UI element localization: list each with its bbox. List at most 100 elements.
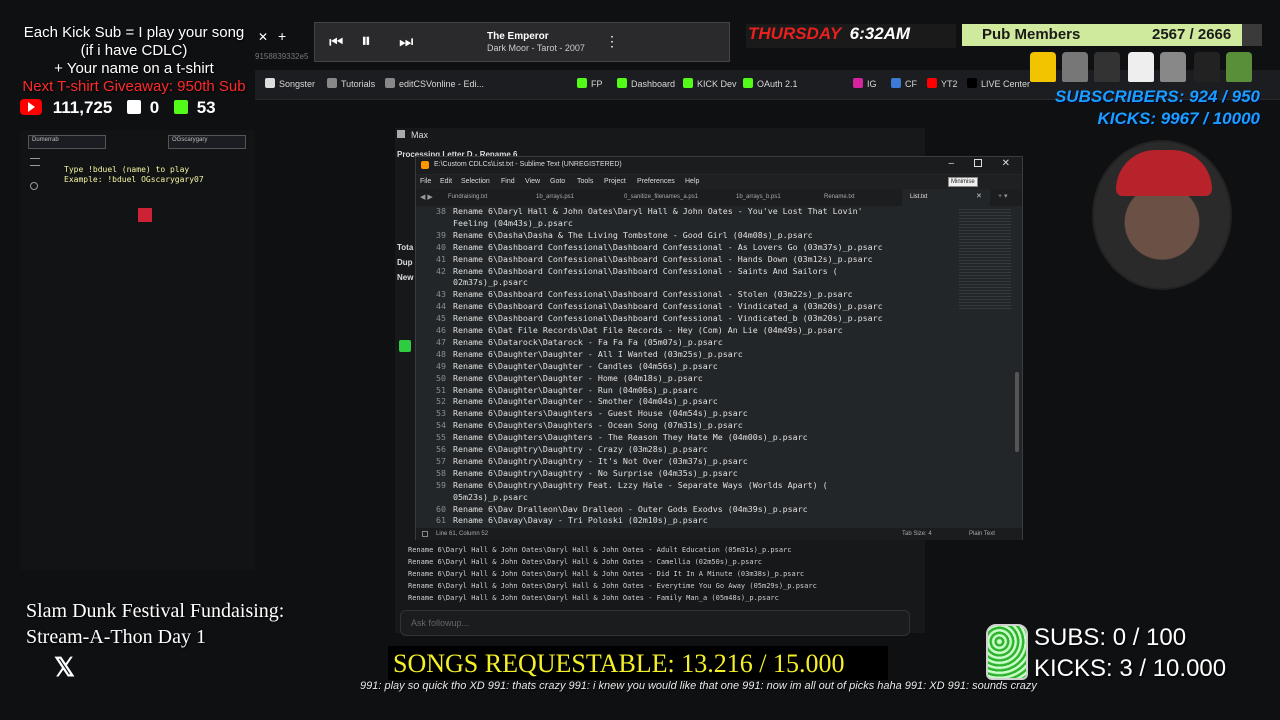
bookmark-oauth[interactable]: OAuth 2.1 xyxy=(743,78,798,89)
line-text: Rename 6\Daughtry\Daughtry - It's Not Ov… xyxy=(453,455,748,466)
tab-sanitize[interactable]: 0_sanitize_filenames_a.ps1 xyxy=(616,189,708,206)
line-text: Rename 6\Daughtry\Daughtry Feat. Lzzy Ha… xyxy=(453,479,828,490)
menu-file[interactable]: File xyxy=(420,178,431,185)
code-line[interactable]: 59 Rename 6\Daughtry\Daughtry Feat. Lzzy … xyxy=(416,480,828,492)
tab-close-icon[interactable]: ✕ xyxy=(976,192,982,200)
media-player: ⏮ ⏸ ⏭ The Emperor Dark Moor - Tarot - 20… xyxy=(314,22,730,62)
player-card-1: Dumerrab xyxy=(28,135,106,149)
kicks-goal-top: KICKS: 9967 / 10000 xyxy=(1097,109,1260,128)
tab-fundraising[interactable]: Fundraising.txt xyxy=(440,189,532,206)
bookmark-editcsv[interactable]: editCSVonline - Edi... xyxy=(385,78,484,89)
line-number: 45 xyxy=(436,313,446,324)
menu-selection[interactable]: Selection xyxy=(461,178,490,185)
line-number: 38 xyxy=(436,206,446,216)
bookmark-kick-dev[interactable]: KICK Dev xyxy=(683,78,737,89)
code-line[interactable]: 58 Rename 6\Daughtry\Daughtry - No Surpri… xyxy=(416,468,738,480)
menu-help[interactable]: Help xyxy=(685,178,699,185)
tab-nav-arrows-icon[interactable]: ◀ ▶ xyxy=(420,193,433,201)
tab-1b-arrays-b[interactable]: 1b_arrays_b.ps1 xyxy=(728,189,820,206)
line-text: 02m37s)_p.psarc xyxy=(453,277,528,288)
ask-followup-input[interactable]: Ask followup... xyxy=(400,610,910,636)
code-line[interactable]: 51 Rename 6\Daughter\Daughter - Run (04m0… xyxy=(416,385,698,397)
code-line[interactable]: 52 Rename 6\Daughter\Daughter - Smother (… xyxy=(416,396,718,408)
line-text: Rename 6\Daughters\Daughters - The Reaso… xyxy=(453,432,808,443)
code-line[interactable]: 45 Rename 6\Dashboard Confessional\Dashbo… xyxy=(416,313,883,325)
promo-line-3: + Your name on a t-shirt xyxy=(54,60,214,77)
bookmark-yt2[interactable]: YT2 xyxy=(927,78,958,89)
search-icon[interactable] xyxy=(30,182,38,190)
code-line[interactable]: 48 Rename 6\Daughter\Daughter - All I Wan… xyxy=(416,349,743,361)
pause-button[interactable]: ⏸ xyxy=(361,30,371,53)
line-number: 60 xyxy=(436,503,446,514)
menu-edit[interactable]: Edit xyxy=(440,178,452,185)
menu-icon[interactable] xyxy=(30,158,40,166)
bookmark-live-center[interactable]: LIVE Center xyxy=(967,78,1030,89)
previous-track-button[interactable]: ⏮ xyxy=(329,34,343,52)
new-tab-icon[interactable]: + xyxy=(278,28,286,44)
code-line[interactable]: Feeling (04m43s)_p.psarc xyxy=(416,218,573,230)
line-text: Rename 6\Daughter\Daughter - All I Wante… xyxy=(453,348,743,359)
code-line[interactable]: 46 Rename 6\Dat File Records\Dat File Rec… xyxy=(416,325,843,337)
code-line[interactable]: 05m23s)_p.psarc xyxy=(416,492,528,504)
menu-preferences[interactable]: Preferences xyxy=(637,178,675,185)
bookmark-cf[interactable]: CF xyxy=(891,78,917,89)
code-line[interactable]: 39 Rename 6\Dasha\Dasha & The Living Tomb… xyxy=(416,230,813,242)
code-line[interactable]: 54 Rename 6\Daughters\Daughters - Ocean S… xyxy=(416,420,743,432)
code-editor[interactable]: 38 Rename 6\Daryl Hall & John Oates\Daryl… xyxy=(416,206,956,528)
code-line[interactable]: 50 Rename 6\Daughter\Daughter - Home (04m… xyxy=(416,373,703,385)
line-number: 49 xyxy=(436,360,446,371)
menu-view[interactable]: View xyxy=(525,178,540,185)
code-line[interactable]: 53 Rename 6\Daughters\Daughters - Guest H… xyxy=(416,408,748,420)
close-tab-icon[interactable]: ✕ xyxy=(258,30,268,44)
panel-toggle-icon[interactable] xyxy=(422,531,428,537)
code-line[interactable]: 43 Rename 6\Dashboard Confessional\Dashbo… xyxy=(416,289,853,301)
code-line[interactable]: 42 Rename 6\Dashboard Confessional\Dashbo… xyxy=(416,266,838,278)
bookmark-songster[interactable]: Songster xyxy=(265,78,315,89)
code-line[interactable]: 44 Rename 6\Dashboard Confessional\Dashbo… xyxy=(416,301,883,313)
subs-kicks-goals: SUBSCRIBERS: 924 / 950 KICKS: 9967 / 100… xyxy=(1032,86,1260,130)
line-text: Rename 6\Daughter\Daughter - Home (04m18… xyxy=(453,372,703,383)
line-text: Rename 6\Daughter\Daughter - Candles (04… xyxy=(453,360,718,371)
minimise-button[interactable]: – xyxy=(948,158,954,169)
maximise-button[interactable] xyxy=(974,159,982,167)
code-line[interactable]: 60 Rename 6\Dav Dralleon\Dav Dralleon - O… xyxy=(416,504,808,516)
menu-project[interactable]: Project xyxy=(604,178,626,185)
line-number: 40 xyxy=(436,241,446,252)
code-line[interactable]: 61 Rename 6\Davay\Davay - Tri Poloski (02… xyxy=(416,515,708,527)
bookmark-dashboard[interactable]: Dashboard xyxy=(617,78,675,89)
menu-find[interactable]: Find xyxy=(501,178,515,185)
status-syntax[interactable]: Plain Text xyxy=(969,531,995,537)
code-line[interactable]: 57 Rename 6\Daughtry\Daughtry - It's Not … xyxy=(416,456,748,468)
side-label-dup: Dup xyxy=(397,258,413,267)
code-line[interactable]: 38 Rename 6\Daryl Hall & John Oates\Daryl… xyxy=(416,206,863,218)
bookmark-fp[interactable]: FP xyxy=(577,78,603,89)
code-line[interactable]: 55 Rename 6\Daughters\Daughters - The Rea… xyxy=(416,432,808,444)
tab-1b-arrays[interactable]: 1b_arrays.ps1 xyxy=(528,189,620,206)
sublime-status-bar: Line 61, Column 52 Tab Size: 4 Plain Tex… xyxy=(416,528,1022,540)
code-line[interactable]: 56 Rename 6\Daughtry\Daughtry - Crazy (03… xyxy=(416,444,708,456)
line-text: Rename 6\Dat File Records\Dat File Recor… xyxy=(453,325,843,335)
line-text: Rename 6\Dashboard Confessional\Dashboar… xyxy=(453,241,883,252)
code-line[interactable]: 49 Rename 6\Daughter\Daughter - Candles (… xyxy=(416,361,718,373)
x-logo-icon: 𝕏 xyxy=(54,652,75,682)
menu-tools[interactable]: Tools xyxy=(577,178,593,185)
song-meta: Dark Moor - Tarot - 2007 xyxy=(487,43,585,53)
code-line[interactable]: 40 Rename 6\Dashboard Confessional\Dashbo… xyxy=(416,242,883,254)
tab-rename[interactable]: Rename.txt xyxy=(816,189,908,206)
minimap[interactable] xyxy=(959,209,1011,309)
scrollbar-thumb[interactable] xyxy=(1015,372,1019,452)
fundraising-line-1: Slam Dunk Festival Fundaising: xyxy=(26,600,285,622)
code-line[interactable]: 41 Rename 6\Dashboard Confessional\Dashbo… xyxy=(416,254,873,266)
bookmark-ig[interactable]: IG xyxy=(853,78,877,89)
tab-add-icon[interactable]: + ▾ xyxy=(998,192,1008,200)
more-options-icon[interactable]: ⋮ xyxy=(605,33,619,50)
kicks-goal: KICKS: 3 / 10.000 xyxy=(1034,655,1227,682)
status-tab-size[interactable]: Tab Size: 4 xyxy=(902,531,932,537)
bookmark-tutorials[interactable]: Tutorials xyxy=(327,78,375,89)
code-line[interactable]: 47 Rename 6\Datarock\Datarock - Fa Fa Fa … xyxy=(416,337,723,349)
next-track-button[interactable]: ⏭ xyxy=(399,34,413,52)
menu-goto[interactable]: Goto xyxy=(550,178,565,185)
close-button[interactable]: ✕ xyxy=(1002,158,1010,169)
songs-requestable: SONGS REQUESTABLE: 13.216 / 15.000 xyxy=(388,646,888,680)
code-line[interactable]: 02m37s)_p.psarc xyxy=(416,277,528,289)
